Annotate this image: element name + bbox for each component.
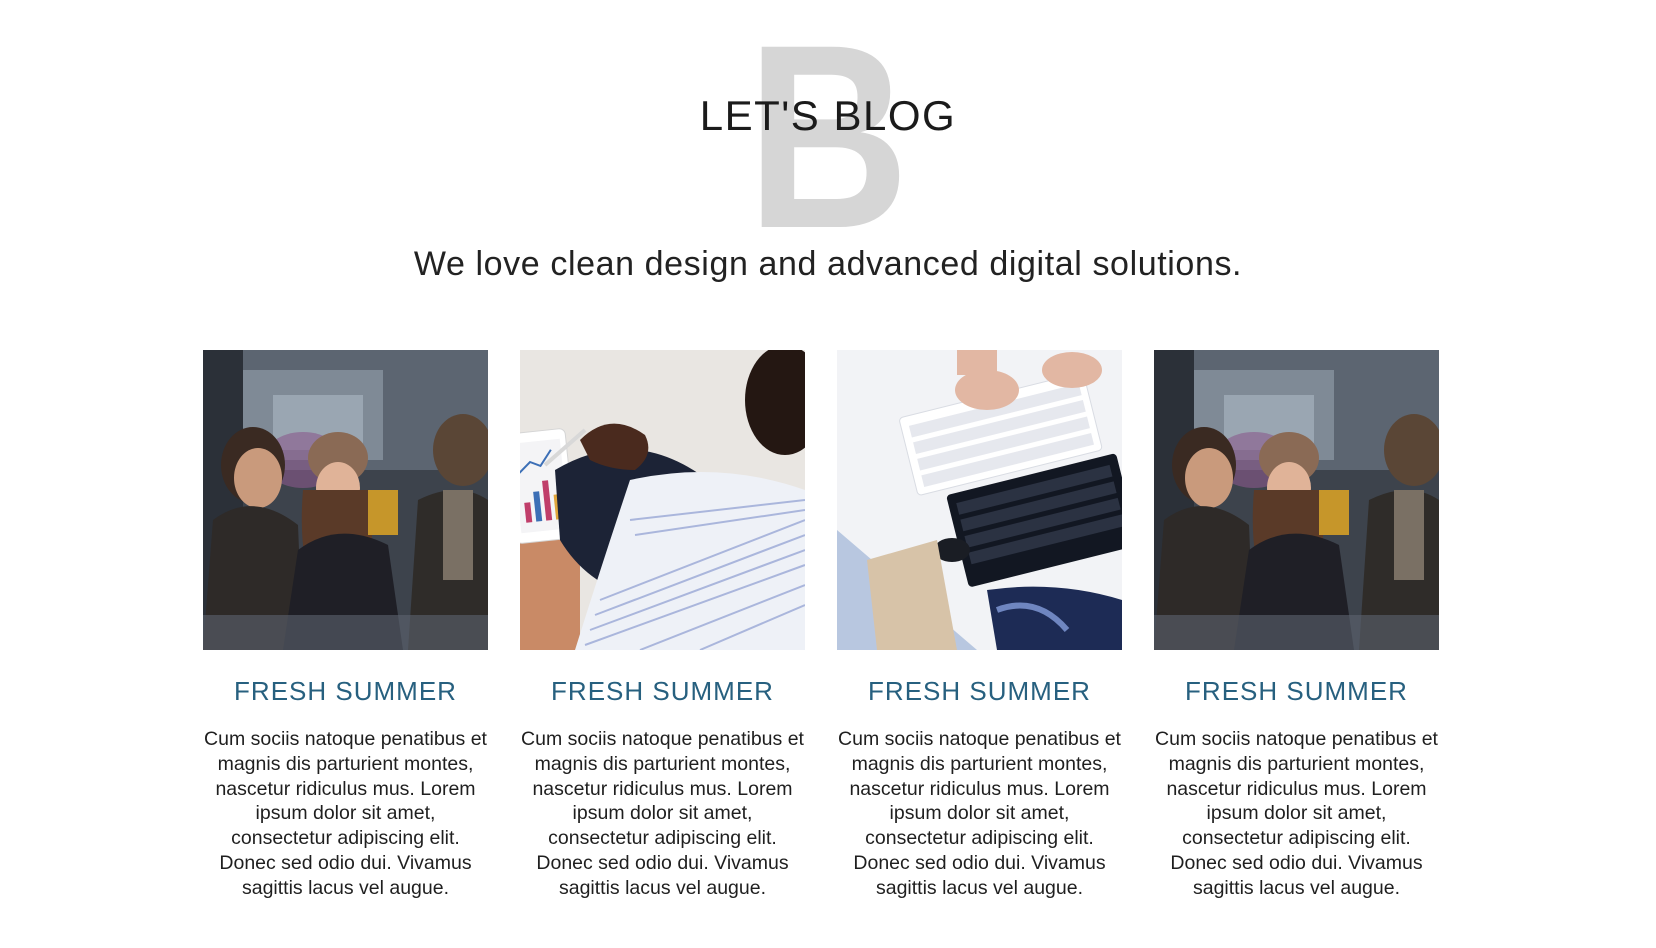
team-photo-illustration (203, 350, 488, 650)
blog-post-image[interactable] (520, 350, 805, 650)
blog-post-title[interactable]: FRESH SUMMER (868, 676, 1091, 707)
blog-post-list: FRESH SUMMER Cum sociis natoque penatibu… (203, 350, 1439, 901)
blog-post-excerpt: Cum sociis natoque penatibus et magnis d… (1155, 728, 1438, 899)
blog-post-excerpt: Cum sociis natoque penatibus et magnis d… (838, 728, 1121, 899)
blog-post-card: FRESH SUMMER Cum sociis natoque penatibu… (203, 350, 488, 901)
team-photo-illustration (1154, 350, 1439, 650)
blog-post-card: FRESH SUMMER Cum sociis natoque penatibu… (837, 350, 1122, 901)
blog-post-title[interactable]: FRESH SUMMER (1185, 676, 1408, 707)
blog-post-excerpt: Cum sociis natoque penatibus et magnis d… (204, 728, 487, 899)
blog-post-image[interactable] (837, 350, 1122, 650)
blog-post-title[interactable]: FRESH SUMMER (551, 676, 774, 707)
blog-post-image[interactable] (1154, 350, 1439, 650)
page-title: LET'S BLOG (699, 92, 957, 139)
blog-post-card: FRESH SUMMER Cum sociis natoque penatibu… (1154, 350, 1439, 901)
tablet-photo-illustration (520, 350, 805, 650)
blog-post-excerpt: Cum sociis natoque penatibus et magnis d… (521, 728, 804, 899)
blog-post-image[interactable] (203, 350, 488, 650)
keyboard-photo-illustration (837, 350, 1122, 650)
page-subtitle: We love clean design and advanced digita… (413, 245, 1243, 283)
blog-post-title[interactable]: FRESH SUMMER (234, 676, 457, 707)
blog-hero: B LET'S BLOG We love clean design and ad… (0, 0, 1656, 330)
blog-post-card: FRESH SUMMER Cum sociis natoque penatibu… (520, 350, 805, 901)
